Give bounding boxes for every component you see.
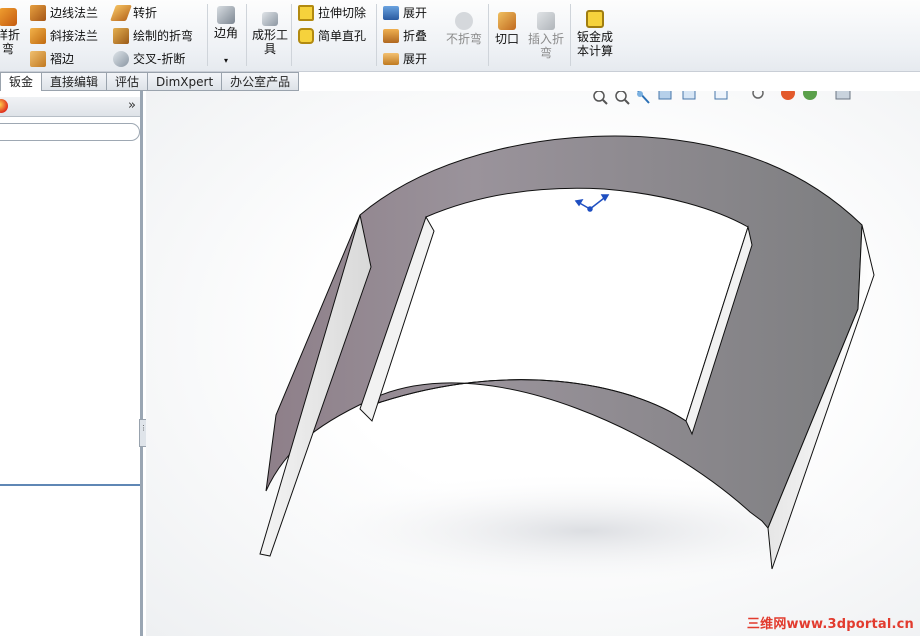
hem-label: 褶边: [50, 52, 75, 66]
lofted-bend-icon: [0, 8, 17, 26]
fold-button[interactable]: 折叠: [383, 27, 427, 44]
extruded-cut-icon: [298, 4, 314, 21]
edge-flange-label: 边线法兰: [50, 6, 99, 20]
cross-break-label: 交叉-折断: [133, 52, 186, 66]
edge-flange-button[interactable]: 边线法兰: [30, 4, 98, 21]
command-manager-tabs: 钣金 直接编辑 评估 DimXpert 办公室产品: [0, 72, 310, 91]
costing-icon: [586, 10, 604, 28]
flatten-label: 展开: [403, 52, 428, 66]
fold-label: 折叠: [403, 29, 428, 43]
display-style-icon[interactable]: [714, 91, 728, 100]
previous-view-icon[interactable]: [637, 91, 650, 104]
ribbon-separator: [488, 4, 489, 66]
sketched-bend-button[interactable]: 绘制的折弯: [113, 27, 193, 44]
cross-break-icon: [113, 50, 129, 67]
no-bends-button[interactable]: 不折弯: [444, 12, 484, 46]
flatten-icon: [383, 52, 399, 65]
watermark-text: 三维网www.3dportal.cn: [746, 617, 914, 632]
sheet-metal-costing-button[interactable]: 钣金成 本计算: [574, 10, 616, 58]
tab-sheet-metal[interactable]: 钣金: [0, 72, 43, 91]
corners-icon: [217, 6, 235, 24]
hem-button[interactable]: 褶边: [30, 50, 74, 67]
expand-panel-button[interactable]: »: [128, 98, 136, 113]
rip-icon: [498, 12, 516, 30]
ribbon-separator: [570, 4, 571, 66]
corners-label: 边角: [213, 26, 238, 40]
sheet-metal-costing-label: 钣金成 本计算: [576, 30, 613, 58]
simple-hole-icon: [298, 27, 314, 44]
zoom-to-fit-icon[interactable]: [593, 91, 608, 105]
appearance-icon[interactable]: [0, 99, 8, 113]
ribbon-separator: [376, 4, 377, 66]
sketched-bend-icon: [113, 27, 129, 44]
rip-label: 切口: [494, 32, 519, 46]
tab-dimxpert[interactable]: DimXpert: [148, 72, 223, 91]
graphics-viewport[interactable]: 三维网www.3dportal.cn: [146, 91, 920, 636]
ribbon-separator: [246, 4, 247, 66]
curved-panel-face[interactable]: [265, 135, 863, 529]
edge-flange-icon: [30, 4, 46, 21]
insert-bends-button[interactable]: 插入折 弯: [526, 12, 566, 60]
solidworks-window: 样折 弯 边线法兰 斜接法兰 褶边 转折 绘制的折弯 交叉-折断 边角 ▾ 成形…: [0, 0, 920, 636]
insert-bends-label: 插入折 弯: [527, 32, 564, 60]
no-bends-icon: [455, 12, 473, 30]
unfold-label: 展开: [403, 6, 428, 20]
miter-flange-label: 斜接法兰: [50, 29, 99, 43]
panel-header: »: [0, 97, 140, 117]
no-bends-label: 不折弯: [445, 32, 482, 46]
forming-tool-icon: [262, 12, 278, 26]
sheet-metal-model[interactable]: [146, 91, 920, 636]
jog-label: 转折: [133, 6, 158, 20]
lofted-bend-button[interactable]: 样折 弯: [0, 8, 22, 56]
hide-show-items-icon[interactable]: [752, 91, 764, 99]
model-shadow: [266, 471, 906, 591]
insert-bends-icon: [537, 12, 555, 30]
filter-input[interactable]: [0, 123, 140, 141]
apply-scene-icon[interactable]: [803, 91, 817, 100]
ribbon-separator: [207, 4, 208, 66]
section-view-icon[interactable]: [658, 91, 672, 100]
ribbon-toolbar: 样折 弯 边线法兰 斜接法兰 褶边 转折 绘制的折弯 交叉-折断 边角 ▾ 成形…: [0, 0, 920, 72]
zoom-to-area-icon[interactable]: [615, 91, 630, 105]
ribbon-separator: [291, 4, 292, 66]
tab-evaluate[interactable]: 评估: [107, 72, 149, 91]
extruded-cut-label: 拉伸切除: [318, 6, 367, 20]
forming-tool-button[interactable]: 成形工 具: [250, 12, 290, 56]
unfold-button[interactable]: 展开: [383, 4, 427, 21]
cross-break-button[interactable]: 交叉-折断: [113, 50, 185, 67]
rip-button[interactable]: 切口: [492, 12, 522, 46]
view-settings-icon[interactable]: [835, 91, 851, 100]
miter-flange-button[interactable]: 斜接法兰: [30, 27, 98, 44]
simple-hole-label: 简单直孔: [318, 29, 367, 43]
tab-direct-editing[interactable]: 直接编辑: [42, 72, 108, 91]
corners-dropdown-icon[interactable]: ▾: [211, 54, 241, 68]
hem-icon: [30, 50, 46, 67]
forming-tool-label: 成形工 具: [251, 28, 288, 56]
jog-button[interactable]: 转折: [110, 4, 158, 21]
sketched-bend-label: 绘制的折弯: [133, 29, 194, 43]
simple-hole-button[interactable]: 简单直孔: [298, 27, 366, 44]
panel-divider: [0, 484, 140, 486]
edit-appearance-icon[interactable]: [781, 91, 795, 100]
miter-flange-icon: [30, 27, 46, 44]
lofted-bend-label: 样折 弯: [0, 28, 20, 56]
view-orientation-icon[interactable]: [682, 91, 696, 100]
corners-button[interactable]: 边角 ▾: [211, 6, 241, 68]
tab-office-products[interactable]: 办公室产品: [222, 72, 300, 91]
unfold-icon: [383, 5, 399, 20]
view-toolbar-icons: [593, 91, 851, 105]
feature-manager-panel: » ⋮: [0, 91, 147, 636]
extruded-cut-button[interactable]: 拉伸切除: [298, 4, 366, 21]
jog-icon: [110, 4, 132, 21]
fold-icon: [383, 28, 399, 43]
reference-triad-icon: [574, 194, 610, 212]
flatten-button[interactable]: 展开: [383, 50, 427, 67]
